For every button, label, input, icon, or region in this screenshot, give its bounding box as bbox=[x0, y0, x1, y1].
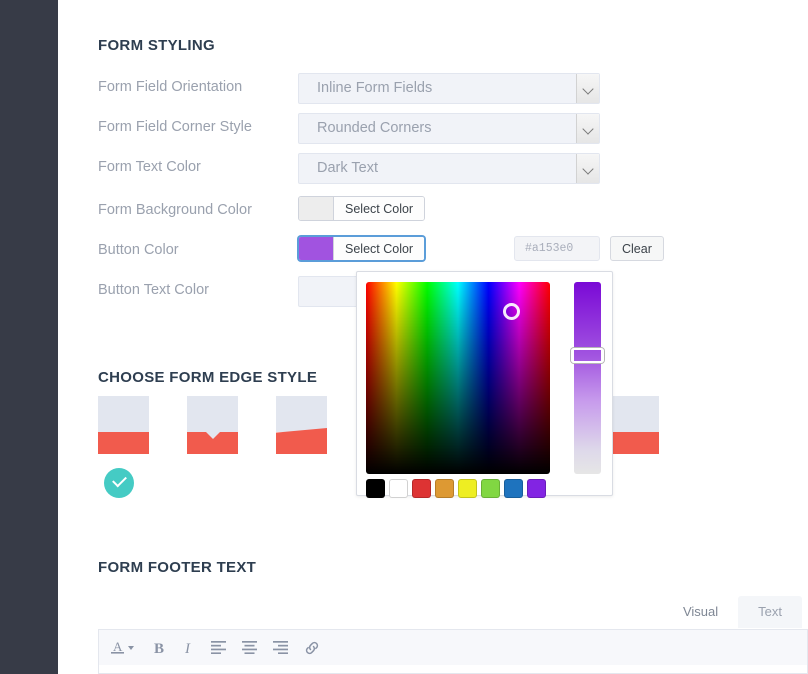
chevron-down-icon[interactable] bbox=[576, 74, 599, 103]
select-value-form-field-corner-style: Rounded Corners bbox=[317, 120, 432, 136]
edge-thumb-top bbox=[187, 396, 238, 432]
bold-icon[interactable]: B bbox=[153, 639, 167, 657]
edge-thumb-bottom bbox=[187, 431, 238, 454]
editor-toolbar: A B I bbox=[98, 629, 808, 665]
preset-swatch-2[interactable] bbox=[412, 479, 431, 498]
hex-color-placeholder: #a153e0 bbox=[525, 242, 574, 255]
edge-style-option-flat[interactable] bbox=[98, 396, 149, 456]
preset-swatch-6[interactable] bbox=[504, 479, 523, 498]
label-button-color: Button Color bbox=[98, 242, 179, 258]
select-color-label-button-color: Select Color bbox=[333, 237, 425, 260]
color-swatch-form-background bbox=[299, 197, 333, 220]
edge-thumb-top bbox=[276, 396, 327, 432]
color-picker-popup[interactable] bbox=[356, 271, 613, 498]
link-icon[interactable] bbox=[304, 640, 320, 656]
select-color-button-form-background[interactable]: Select Color bbox=[298, 196, 426, 221]
svg-text:B: B bbox=[154, 641, 164, 657]
edge-thumb-bottom bbox=[608, 432, 659, 454]
label-form-background-color: Form Background Color bbox=[98, 202, 252, 218]
label-button-text-color: Button Text Color bbox=[98, 282, 209, 298]
preset-swatch-7[interactable] bbox=[527, 479, 546, 498]
editor-mode-tabs: Visual Text bbox=[662, 596, 802, 628]
edge-style-option-notch[interactable] bbox=[187, 396, 238, 456]
editor-body[interactable] bbox=[98, 665, 808, 674]
edge-style-option-slant[interactable] bbox=[276, 396, 327, 456]
edge-thumb-top bbox=[608, 396, 659, 432]
select-color-label-form-background: Select Color bbox=[333, 197, 425, 220]
tab-text[interactable]: Text bbox=[738, 596, 802, 628]
hex-color-input[interactable]: #a153e0 bbox=[514, 236, 600, 261]
page-title-footer-text: FORM FOOTER TEXT bbox=[98, 559, 257, 576]
clear-color-button[interactable]: Clear bbox=[610, 236, 664, 261]
select-color-button-button-color[interactable]: Select Color bbox=[298, 236, 426, 261]
svg-text:I: I bbox=[184, 641, 191, 657]
chevron-down-icon[interactable] bbox=[576, 154, 599, 183]
settings-content: FORM STYLING Form Field Orientation Inli… bbox=[58, 0, 808, 674]
field-row-button-color: Button Color Select Color #a153e0 Clear bbox=[98, 236, 664, 268]
select-value-form-text-color: Dark Text bbox=[317, 160, 378, 176]
saturation-value-area[interactable] bbox=[366, 282, 550, 474]
preset-swatch-3[interactable] bbox=[435, 479, 454, 498]
page-title-form-styling: FORM STYLING bbox=[98, 37, 215, 54]
edge-style-option-flat-2[interactable] bbox=[608, 396, 659, 456]
edge-thumb-bottom bbox=[98, 432, 149, 454]
edge-thumb-top bbox=[98, 396, 149, 432]
tab-visual[interactable]: Visual bbox=[662, 596, 739, 628]
svg-text:A: A bbox=[113, 639, 123, 654]
hue-slider-handle[interactable] bbox=[571, 348, 604, 363]
admin-sidebar bbox=[0, 0, 58, 674]
color-swatch-button-color bbox=[299, 237, 333, 260]
chevron-down-icon[interactable] bbox=[576, 114, 599, 143]
field-row-form-background-color: Form Background Color Select Color bbox=[98, 196, 658, 228]
preset-swatch-1[interactable] bbox=[389, 479, 408, 498]
page-title-edge-style: CHOOSE FORM EDGE STYLE bbox=[98, 369, 318, 386]
label-form-field-corner-style: Form Field Corner Style bbox=[98, 119, 252, 135]
field-row-form-field-orientation: Form Field Orientation Inline Form Field… bbox=[98, 73, 658, 105]
label-form-text-color: Form Text Color bbox=[98, 159, 201, 175]
field-row-form-field-corner-style: Form Field Corner Style Rounded Corners bbox=[98, 113, 658, 145]
select-form-field-orientation[interactable]: Inline Form Fields bbox=[298, 73, 600, 104]
field-row-form-text-color: Form Text Color Dark Text bbox=[98, 153, 658, 185]
preset-swatch-5[interactable] bbox=[481, 479, 500, 498]
selected-check-icon bbox=[104, 468, 134, 498]
select-value-form-field-orientation: Inline Form Fields bbox=[317, 80, 433, 96]
clear-color-label: Clear bbox=[622, 241, 652, 256]
align-center-icon[interactable] bbox=[242, 641, 257, 654]
select-form-field-corner-style[interactable]: Rounded Corners bbox=[298, 113, 600, 144]
page-root: FORM STYLING Form Field Orientation Inli… bbox=[0, 0, 808, 674]
align-right-icon[interactable] bbox=[273, 641, 288, 654]
align-left-icon[interactable] bbox=[211, 641, 226, 654]
italic-icon[interactable]: I bbox=[183, 639, 195, 657]
select-form-text-color[interactable]: Dark Text bbox=[298, 153, 600, 184]
label-form-field-orientation: Form Field Orientation bbox=[98, 79, 243, 95]
text-color-icon[interactable]: A bbox=[111, 639, 137, 657]
preset-swatch-4[interactable] bbox=[458, 479, 477, 498]
preset-swatch-0[interactable] bbox=[366, 479, 385, 498]
preset-swatch-row[interactable] bbox=[366, 479, 546, 498]
color-picker-cursor[interactable] bbox=[503, 303, 520, 320]
hue-slider[interactable] bbox=[574, 282, 601, 474]
